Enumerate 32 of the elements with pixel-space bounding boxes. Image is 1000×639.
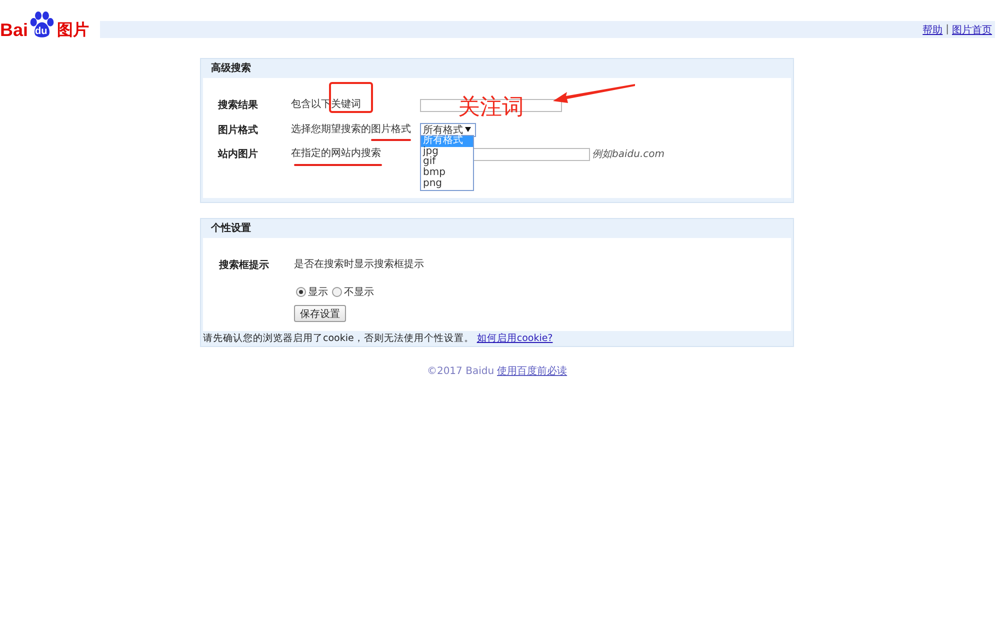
dropdown-option[interactable]: bmp (421, 168, 473, 179)
separator: | (946, 24, 949, 35)
field-label: 搜索框提示 (218, 258, 270, 272)
logo-text: Bai (0, 20, 28, 40)
field-label: 图片格式 (217, 124, 259, 137)
radio-label[interactable]: 显示 (308, 285, 328, 299)
paw-logo: du (28, 10, 56, 40)
footer-link[interactable]: 使用百度前必读 (497, 366, 568, 377)
help-link[interactable]: 如何启用cookie? (476, 333, 553, 344)
panel-title: 高级搜索 (210, 61, 252, 76)
underline-mark (371, 139, 411, 141)
dropdown-option[interactable]: png (421, 178, 473, 190)
field-label: 站内图片 (216, 148, 259, 162)
top-link[interactable]: 图片首页 (952, 22, 992, 36)
field-description: 选择您期望搜索的图片格式 (291, 124, 412, 136)
top-link[interactable]: 帮助 (922, 22, 943, 36)
highlight-box (329, 82, 373, 113)
panel-title: 个性设置 (210, 222, 252, 236)
radio-button[interactable] (296, 287, 306, 297)
dropdown-option[interactable]: gif (421, 157, 473, 168)
field-label: 搜索结果 (216, 98, 259, 112)
field-description: 在指定的网站内搜索 (291, 148, 382, 160)
copyright: ©2017 Baidu (426, 366, 494, 377)
annotation-label: 关注词 (458, 95, 524, 121)
radio-label[interactable]: 不显示 (344, 285, 374, 299)
logo-text: 图片 (57, 20, 90, 40)
example-hint: 例如baidu.com (592, 148, 664, 162)
save-button[interactable]: 保存设置 (294, 305, 346, 322)
cookie-note: 请先确认您的浏览器启用了cookie，否则无法使用个性设置。 (203, 333, 474, 344)
radio-button[interactable] (332, 287, 342, 297)
field-description: 是否在搜索时显示搜索框提示 (294, 259, 423, 271)
dropdown-option[interactable]: jpg (421, 146, 473, 158)
